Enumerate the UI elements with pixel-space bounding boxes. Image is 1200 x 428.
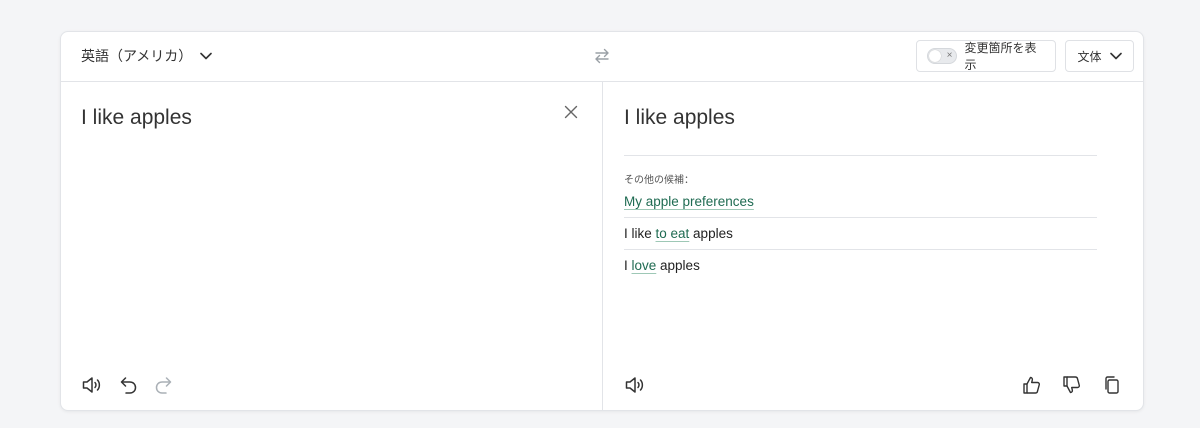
- thumbs-down-icon[interactable]: [1061, 374, 1083, 396]
- alternative-text: apples: [689, 226, 733, 241]
- source-toolbar: [81, 374, 175, 396]
- chevron-down-icon: [200, 52, 213, 60]
- toggle-off-icon: ×: [946, 50, 953, 61]
- style-dropdown-button[interactable]: 文体: [1065, 40, 1134, 72]
- swap-languages-icon[interactable]: [592, 46, 612, 66]
- alternatives-heading: その他の候補：: [624, 175, 694, 186]
- alternative-highlight[interactable]: to eat: [656, 226, 690, 241]
- alternative-item[interactable]: I love apples: [624, 250, 1097, 281]
- clear-icon[interactable]: [563, 104, 579, 120]
- show-changes-label: 変更箇所を表示: [964, 41, 1037, 72]
- alternative-item[interactable]: My apple preferences: [624, 186, 1097, 218]
- alternative-item[interactable]: I like to eat apples: [624, 218, 1097, 250]
- source-language-select[interactable]: 英語（アメリカ）: [81, 45, 213, 67]
- chevron-down-icon: [1109, 49, 1122, 63]
- copy-icon[interactable]: [1101, 374, 1123, 396]
- alternative-text: I: [624, 258, 632, 273]
- speaker-icon[interactable]: [81, 374, 103, 396]
- style-label: 文体: [1077, 49, 1102, 64]
- target-toolbar-right: [1021, 374, 1123, 396]
- alternatives-list: その他の候補： My apple preferences I like to e…: [624, 155, 1097, 281]
- translator-card: 英語（アメリカ） × 変更箇所を表示 文体 I like apples I li…: [60, 31, 1144, 411]
- show-changes-toggle[interactable]: × 変更箇所を表示: [916, 40, 1056, 72]
- undo-icon[interactable]: [117, 374, 139, 396]
- source-pane[interactable]: I like apples: [61, 82, 602, 410]
- source-language-label: 英語（アメリカ）: [81, 48, 193, 64]
- toggle-knob: [929, 50, 941, 62]
- target-pane: I like apples その他の候補： My apple preferenc…: [603, 82, 1143, 410]
- alternative-text: I like: [624, 226, 656, 241]
- speaker-icon[interactable]: [624, 374, 646, 396]
- toggle-switch[interactable]: ×: [927, 48, 957, 64]
- target-text-output[interactable]: I like apples: [624, 106, 735, 130]
- redo-icon[interactable]: [153, 374, 175, 396]
- alternative-highlight[interactable]: love: [632, 258, 657, 273]
- alternative-text: apples: [656, 258, 700, 273]
- alternative-highlight[interactable]: My apple preferences: [624, 194, 754, 209]
- source-text-input[interactable]: I like apples: [81, 106, 192, 130]
- translator-header: 英語（アメリカ） × 変更箇所を表示 文体: [61, 32, 1143, 82]
- thumbs-up-icon[interactable]: [1021, 374, 1043, 396]
- target-toolbar-left: [624, 374, 646, 396]
